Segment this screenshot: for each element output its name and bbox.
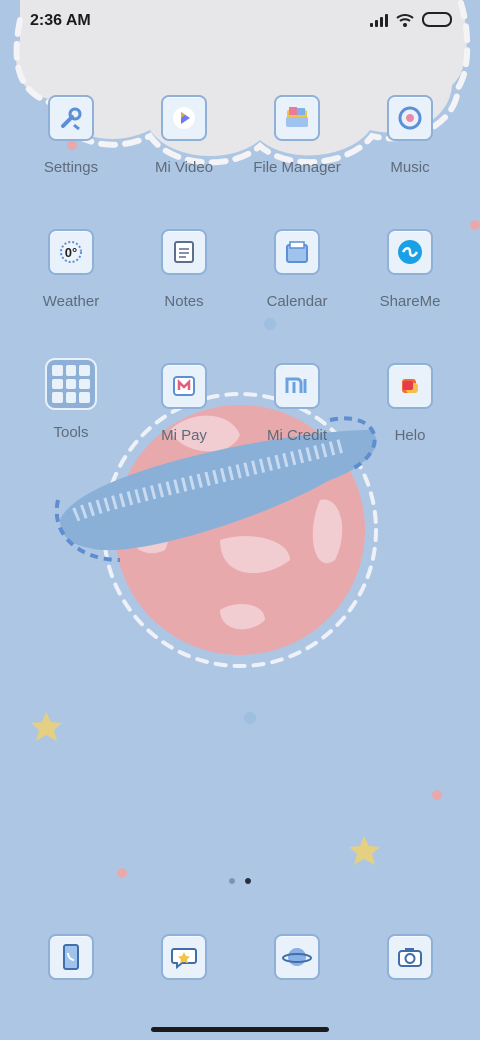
wifi-icon — [396, 13, 414, 27]
status-icons — [370, 12, 452, 27]
status-time: 2:36 AM — [30, 12, 91, 29]
browser-icon — [274, 934, 320, 980]
app-label: Helo — [394, 427, 426, 444]
folder-tools[interactable]: Tools — [16, 358, 126, 441]
app-label: Mi Video — [154, 159, 214, 176]
weather-temp: 0° — [65, 245, 77, 260]
dock-phone[interactable] — [16, 934, 126, 980]
signal-icon — [370, 13, 388, 27]
camera-icon — [387, 934, 433, 980]
app-notes[interactable]: Notes — [129, 229, 239, 310]
phone-icon — [48, 934, 94, 980]
app-settings[interactable]: Settings — [16, 95, 126, 176]
notes-icon — [161, 229, 207, 275]
mi-pay-icon — [161, 363, 207, 409]
app-helo[interactable]: Helo — [355, 363, 465, 444]
app-mi-credit[interactable]: Mi Credit — [242, 363, 352, 444]
shareme-icon — [387, 229, 433, 275]
app-mi-video[interactable]: Mi Video — [129, 95, 239, 176]
calendar-icon — [274, 229, 320, 275]
messages-icon — [161, 934, 207, 980]
app-label: Calendar — [266, 293, 328, 310]
app-label: Notes — [164, 293, 204, 310]
battery-icon — [422, 12, 452, 27]
home-gesture-bar[interactable] — [151, 1027, 329, 1032]
app-music[interactable]: Music — [355, 95, 465, 176]
app-label: Tools — [53, 424, 89, 441]
helo-icon — [387, 363, 433, 409]
dock-camera[interactable] — [355, 934, 465, 980]
app-label: Weather — [42, 293, 100, 310]
app-mi-pay[interactable]: Mi Pay — [129, 363, 239, 444]
status-bar: 2:36 AM — [0, 0, 480, 44]
mi-video-icon — [161, 95, 207, 141]
weather-icon: 0° — [48, 229, 94, 275]
app-file-manager[interactable]: File Manager — [242, 95, 352, 176]
app-shareme[interactable]: ShareMe — [355, 229, 465, 310]
app-label: Music — [390, 159, 430, 176]
app-label: Settings — [43, 159, 99, 176]
app-calendar[interactable]: Calendar — [242, 229, 352, 310]
music-icon — [387, 95, 433, 141]
file-manager-icon — [274, 95, 320, 141]
app-label: Mi Credit — [266, 427, 327, 444]
mi-credit-icon — [274, 363, 320, 409]
app-weather[interactable]: 0° Weather — [16, 229, 126, 310]
page-dot-active[interactable] — [245, 878, 251, 884]
folder-icon — [45, 358, 97, 410]
dock-messages[interactable] — [129, 934, 239, 980]
app-label: ShareMe — [379, 293, 441, 310]
settings-icon — [48, 95, 94, 141]
page-dot[interactable] — [229, 878, 235, 884]
page-indicator — [0, 878, 480, 884]
app-label: Mi Pay — [161, 427, 207, 444]
dock-browser[interactable] — [242, 934, 352, 980]
app-label: File Manager — [253, 159, 341, 176]
